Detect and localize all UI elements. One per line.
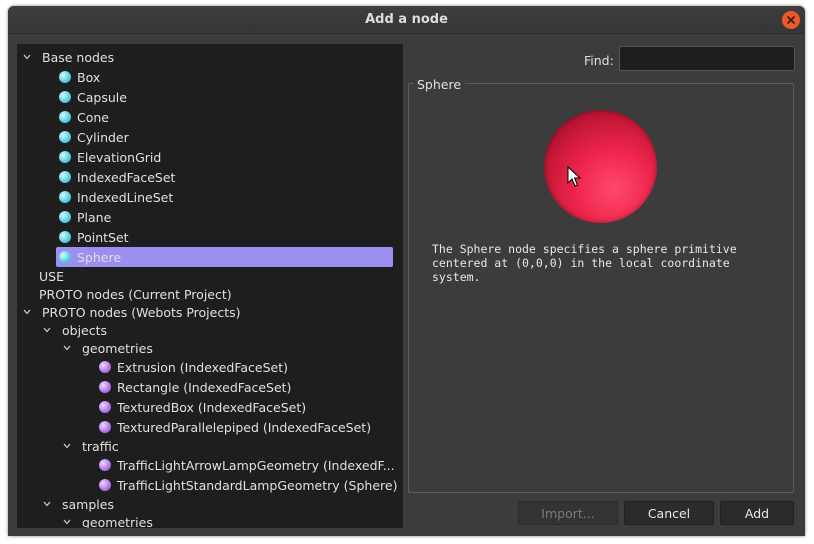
tree-item-box[interactable]: Box	[17, 68, 393, 86]
tree-item-label: TexturedBox (IndexedFaceSet)	[117, 399, 307, 415]
chevron-down-icon[interactable]	[61, 342, 73, 354]
tree-item-capsule[interactable]: Capsule	[17, 88, 393, 106]
tree-item-label: PointSet	[77, 229, 129, 245]
node-icon	[59, 111, 71, 123]
node-tree[interactable]: Base nodes Box Capsule Cone Cylinder Ele…	[17, 44, 403, 528]
tree-item-label: IndexedFaceSet	[77, 169, 176, 185]
tree-item-label: Extrusion (IndexedFaceSet)	[117, 359, 288, 375]
close-icon	[787, 16, 795, 24]
proto-node-icon	[99, 401, 111, 413]
node-icon	[59, 251, 71, 263]
node-description: The Sphere node specifies a sphere primi…	[432, 242, 737, 284]
tree-item-elevationgrid[interactable]: ElevationGrid	[17, 148, 393, 166]
node-icon	[59, 191, 71, 203]
node-icon	[59, 171, 71, 183]
proto-node-icon	[99, 381, 111, 393]
tree-item-traffic[interactable]: traffic	[17, 437, 393, 455]
tree-item-label: TexturedParallelepiped (IndexedFaceSet)	[117, 419, 372, 435]
tree-item-trafficlightstandardlampgeometry[interactable]: TrafficLightStandardLampGeometry (Sphere…	[17, 476, 397, 494]
node-icon	[59, 71, 71, 83]
tree-item-label: ElevationGrid	[77, 149, 162, 165]
tree-item-label: PROTO nodes (Webots Projects)	[42, 304, 241, 320]
chevron-down-icon[interactable]	[21, 51, 33, 63]
tree-item-label: geometries	[82, 340, 153, 356]
chevron-down-icon[interactable]	[61, 516, 73, 528]
tree-item-label: Capsule	[77, 89, 127, 105]
chevron-down-icon[interactable]	[41, 498, 53, 510]
tree-item-label: objects	[62, 322, 108, 338]
node-icon	[59, 231, 71, 243]
node-icon	[59, 151, 71, 163]
chevron-down-icon[interactable]	[41, 324, 53, 336]
find-input[interactable]	[619, 46, 795, 71]
import-button[interactable]: Import...	[518, 501, 618, 525]
tree-item-label: Cone	[77, 109, 109, 125]
node-icon	[59, 131, 71, 143]
tree-item-label: PROTO nodes (Current Project)	[39, 286, 232, 302]
tree-item-base-nodes[interactable]: Base nodes	[17, 48, 393, 66]
tree-item-indexedlineset[interactable]: IndexedLineSet	[17, 188, 393, 206]
node-icon	[59, 211, 71, 223]
tree-item-sphere[interactable]: Sphere	[56, 247, 393, 267]
node-icon	[59, 91, 71, 103]
tree-item-indexedfaceset[interactable]: IndexedFaceSet	[17, 168, 393, 186]
tree-item-label: Rectangle (IndexedFaceSet)	[117, 379, 292, 395]
proto-node-icon	[99, 421, 111, 433]
tree-item-extrusion[interactable]: Extrusion (IndexedFaceSet)	[17, 358, 393, 376]
tree-item-label: IndexedLineSet	[77, 189, 174, 205]
tree-item-pointset[interactable]: PointSet	[17, 228, 393, 246]
cancel-button[interactable]: Cancel	[624, 501, 714, 525]
tree-item-label: TrafficLightStandardLampGeometry (Sphere…	[117, 477, 398, 493]
tree-item-use[interactable]: USE	[17, 267, 393, 285]
tree-item-objects[interactable]: objects	[17, 321, 393, 339]
close-button[interactable]	[782, 11, 800, 29]
add-node-dialog: Add a node Base nodes Box Capsule Cone C…	[8, 6, 805, 536]
tree-item-label: USE	[39, 268, 64, 284]
add-button[interactable]: Add	[720, 501, 794, 525]
window-title: Add a node	[365, 12, 448, 27]
tree-item-samples-geometries[interactable]: geometries	[17, 513, 393, 528]
tree-item-label: samples	[62, 496, 114, 512]
tree-item-label: geometries	[82, 514, 153, 529]
mouse-pointer-icon	[567, 166, 581, 187]
tree-item-proto-webots[interactable]: PROTO nodes (Webots Projects)	[17, 303, 393, 321]
tree-item-proto-current[interactable]: PROTO nodes (Current Project)	[17, 285, 393, 303]
tree-item-label: Base nodes	[42, 49, 115, 65]
tree-item-label: traffic	[82, 438, 119, 454]
sphere-preview-image	[544, 110, 657, 223]
tree-item-label: Cylinder	[77, 129, 129, 145]
titlebar: Add a node	[8, 6, 805, 34]
tree-item-label: Sphere	[77, 249, 122, 265]
tree-item-rectangle[interactable]: Rectangle (IndexedFaceSet)	[17, 378, 393, 396]
proto-node-icon	[99, 361, 111, 373]
tree-item-texturedbox[interactable]: TexturedBox (IndexedFaceSet)	[17, 398, 393, 416]
tree-item-geometries[interactable]: geometries	[17, 339, 393, 357]
tree-item-plane[interactable]: Plane	[17, 208, 393, 226]
tree-item-label: TrafficLightArrowLampGeometry (IndexedF.…	[117, 457, 395, 473]
proto-node-icon	[99, 459, 111, 471]
tree-item-trafficlightarrowlampgeometry[interactable]: TrafficLightArrowLampGeometry (IndexedF.…	[17, 456, 395, 474]
tree-item-texturedparallelepiped[interactable]: TexturedParallelepiped (IndexedFaceSet)	[17, 418, 393, 436]
chevron-down-icon[interactable]	[61, 440, 73, 452]
tree-item-label: Plane	[77, 209, 112, 225]
proto-node-icon	[99, 479, 111, 491]
tree-item-label: Box	[77, 69, 101, 85]
tree-item-cone[interactable]: Cone	[17, 108, 393, 126]
chevron-down-icon[interactable]	[21, 306, 33, 318]
find-label: Find:	[584, 53, 614, 68]
tree-item-samples[interactable]: samples	[17, 495, 393, 513]
tree-item-cylinder[interactable]: Cylinder	[17, 128, 393, 146]
preview-group-title: Sphere	[413, 77, 466, 92]
